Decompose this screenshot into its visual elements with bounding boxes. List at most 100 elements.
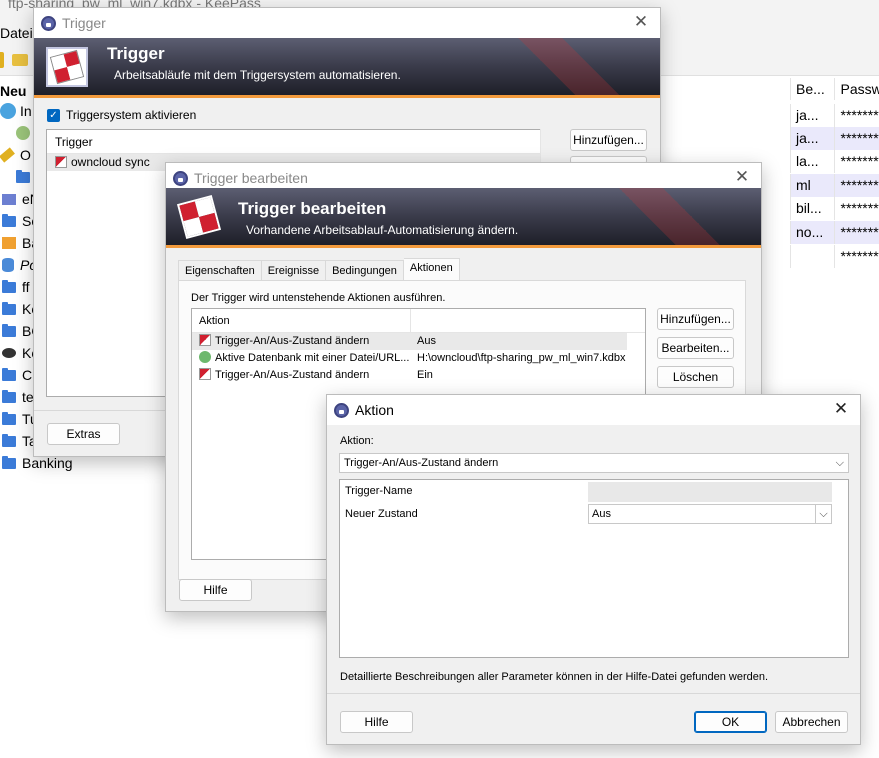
- sync-icon: [199, 351, 211, 363]
- tab-ereignisse[interactable]: Ereignisse: [261, 260, 327, 280]
- add-action-button[interactable]: Hinzufügen...: [657, 308, 734, 330]
- checkbox-checked[interactable]: ✓: [47, 108, 60, 122]
- folder-icon: [2, 389, 16, 403]
- bank-icon: [2, 237, 16, 249]
- trigger-icon: [55, 156, 67, 168]
- trigger-dialog-titlebar: Trigger ✕: [34, 8, 660, 38]
- tree-item[interactable]: Po: [0, 254, 37, 276]
- tab-strip: Eigenschaften Ereignisse Bedingungen Akt…: [178, 258, 460, 280]
- parameters-grid: Trigger-Name Neuer Zustand Aus ⌵: [339, 479, 849, 658]
- tab-bedingungen[interactable]: Bedingungen: [326, 260, 404, 280]
- divider: [327, 693, 860, 694]
- key-icon: [0, 147, 15, 163]
- keepass-lock-icon: [173, 170, 188, 186]
- trigger-icon: [199, 334, 211, 346]
- edit-dialog-title: Trigger bearbeiten: [194, 170, 308, 186]
- tree-item[interactable]: ff: [0, 276, 30, 298]
- trigger-icon: [176, 194, 222, 240]
- banner-title: Trigger: [107, 44, 165, 63]
- table-row[interactable]: ml********: [790, 174, 879, 197]
- actions-list-header: Aktion: [192, 309, 645, 333]
- tree-item[interactable]: [16, 122, 30, 144]
- action-dialog: Aktion ✕ Aktion: Trigger-An/Aus-Zustand …: [326, 394, 861, 745]
- tree-item[interactable]: Cr: [0, 364, 37, 386]
- edit-action-button[interactable]: Bearbeiten...: [657, 337, 734, 359]
- banner-decoration: [510, 38, 640, 95]
- tree-item[interactable]: Ta: [0, 430, 37, 452]
- close-icon[interactable]: ✕: [731, 166, 753, 188]
- menu-datei[interactable]: Datei: [0, 25, 33, 41]
- banner-title: Trigger bearbeiten: [238, 199, 387, 218]
- user-icon: [16, 126, 30, 140]
- ok-button[interactable]: OK: [694, 711, 767, 733]
- table-row[interactable]: ja...********: [790, 104, 879, 127]
- mail-icon: [2, 193, 16, 205]
- help-hint-text: Detaillierte Beschreibungen aller Parame…: [340, 671, 769, 683]
- table-row[interactable]: ********: [790, 245, 879, 268]
- add-trigger-button[interactable]: Hinzufügen...: [570, 129, 647, 151]
- database-icon: [2, 258, 14, 272]
- keepass-lock-icon: [334, 402, 349, 418]
- action-type-select[interactable]: Trigger-An/Aus-Zustand ändern ⌵: [339, 453, 849, 473]
- folder-icon: [2, 455, 16, 469]
- tree-item[interactable]: In: [0, 100, 32, 122]
- banner-subtitle: Arbeitsabläufe mit dem Triggersystem aut…: [114, 68, 401, 82]
- folder-icon: [16, 169, 30, 183]
- table-row[interactable]: Trigger-An/Aus-Zustand ändern Aus: [192, 333, 627, 350]
- table-row[interactable]: bil...********: [790, 197, 879, 220]
- edit-banner: Trigger bearbeiten Vorhandene Arbeitsabl…: [166, 188, 761, 248]
- param-name: Neuer Zustand: [345, 508, 418, 520]
- table-row[interactable]: Trigger-An/Aus-Zustand ändern Ein: [192, 367, 645, 384]
- tree-item[interactable]: O: [0, 144, 31, 166]
- tab-eigenschaften[interactable]: Eigenschaften: [178, 260, 262, 280]
- help-button[interactable]: Hilfe: [179, 579, 252, 601]
- folder-icon: [2, 433, 16, 447]
- open-folder-icon[interactable]: [12, 54, 28, 66]
- action-dialog-title: Aktion: [355, 402, 394, 418]
- folder-icon: [2, 301, 16, 315]
- table-row[interactable]: la...********: [790, 150, 879, 173]
- globe-icon: [0, 103, 16, 119]
- tab-aktionen[interactable]: Aktionen: [403, 258, 460, 280]
- close-icon[interactable]: ✕: [830, 398, 852, 420]
- table-row[interactable]: Aktive Datenbank mit einer Datei/URL... …: [192, 350, 645, 367]
- chevron-down-icon: ⌵: [835, 457, 844, 469]
- folder-icon: [2, 323, 16, 337]
- column-header-aktion[interactable]: Aktion: [192, 309, 411, 332]
- keepass-lock-icon: [41, 15, 56, 31]
- key-icon[interactable]: [0, 52, 4, 68]
- tree-item[interactable]: te: [0, 386, 34, 408]
- triggersystem-checkbox-row[interactable]: ✓ Triggersystem aktivieren: [47, 108, 196, 122]
- banner-subtitle: Vorhandene Arbeitsablauf-Automatisierung…: [246, 223, 519, 237]
- banner-decoration: [611, 188, 741, 245]
- tree-header[interactable]: Neu: [0, 80, 26, 102]
- trigger-list-header[interactable]: Trigger: [47, 130, 560, 154]
- folder-icon: [2, 367, 16, 381]
- folder-icon: [2, 411, 16, 425]
- delete-action-button[interactable]: Löschen: [657, 366, 734, 388]
- trigger-icon: [46, 47, 88, 87]
- action-label: Aktion:: [340, 435, 374, 447]
- entry-list-header: Be... Passwo: [790, 78, 879, 100]
- table-row[interactable]: ja...********: [790, 127, 879, 150]
- new-state-select[interactable]: Aus ⌵: [588, 504, 832, 524]
- cancel-button[interactable]: Abbrechen: [775, 711, 848, 733]
- trigger-name-field[interactable]: [588, 482, 832, 502]
- trigger-icon: [199, 368, 211, 380]
- action-dialog-titlebar: Aktion ✕: [327, 395, 860, 425]
- folder-icon: [2, 279, 16, 293]
- help-button[interactable]: Hilfe: [340, 711, 413, 733]
- table-row[interactable]: no...********: [790, 221, 879, 244]
- trigger-dialog-title: Trigger: [62, 15, 106, 31]
- gear-icon: [2, 348, 16, 358]
- param-name: Trigger-Name: [345, 485, 413, 497]
- trigger-banner: Trigger Arbeitsabläufe mit dem Triggersy…: [34, 38, 660, 98]
- folder-icon: [2, 213, 16, 227]
- chevron-down-icon: ⌵: [815, 505, 831, 523]
- close-icon[interactable]: ✕: [630, 11, 652, 33]
- extras-button[interactable]: Extras: [47, 423, 120, 445]
- column-header-be[interactable]: Be...: [790, 78, 834, 100]
- actions-info-text: Der Trigger wird untenstehende Aktionen …: [191, 292, 446, 304]
- column-header-passwort[interactable]: Passwo: [833, 78, 879, 100]
- triggersystem-label: Triggersystem aktivieren: [66, 108, 197, 122]
